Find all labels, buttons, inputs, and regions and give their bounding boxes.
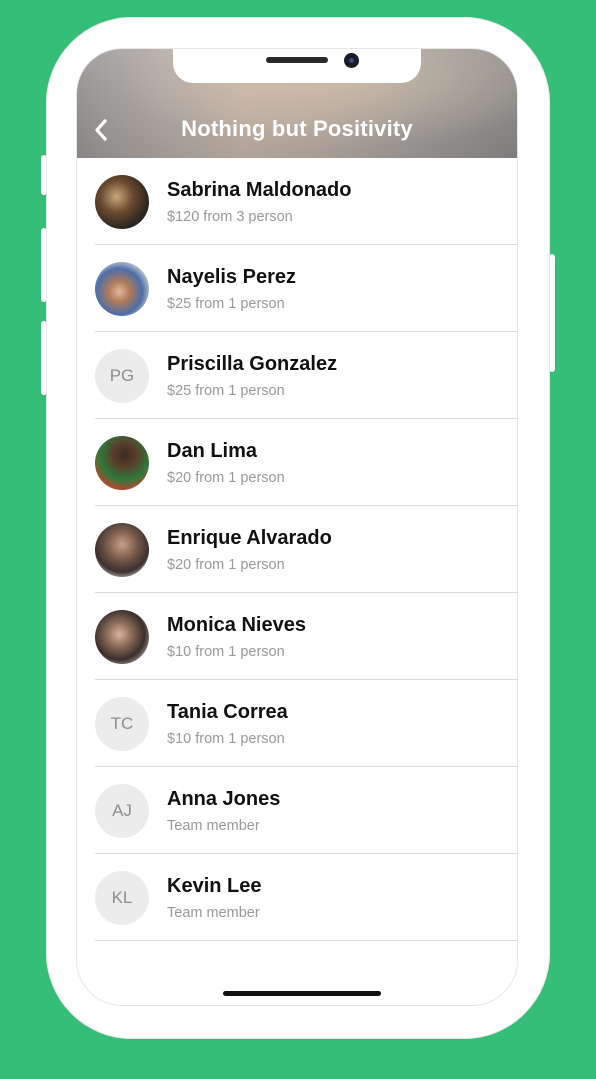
member-subtitle: Team member [167,818,260,834]
member-subtitle: $10 from 1 person [167,644,285,660]
member-row[interactable]: KL Kevin Lee Team member [95,854,517,941]
avatar [95,523,149,577]
avatar [95,175,149,229]
avatar-initials: PG [109,366,135,385]
member-name: Tania Correa [167,701,288,723]
front-camera [344,53,359,68]
member-row[interactable]: Nayelis Perez $25 from 1 person [95,245,517,332]
member-row[interactable]: Enrique Alvarado $20 from 1 person [95,506,517,593]
member-name: Monica Nieves [167,614,306,636]
member-subtitle: $20 from 1 person [167,557,285,573]
avatar: PG [95,349,149,403]
notch [173,49,421,83]
member-subtitle: $25 from 1 person [167,296,285,312]
speaker-grille [266,57,328,63]
avatar [95,436,149,490]
home-indicator[interactable] [223,991,381,996]
avatar: AJ [95,784,149,838]
member-subtitle: $120 from 3 person [167,209,293,225]
member-row[interactable]: AJ Anna Jones Team member [95,767,517,854]
member-name: Dan Lima [167,440,258,462]
avatar-initials: KL [111,888,133,907]
avatar [95,610,149,664]
member-subtitle: $25 from 1 person [167,383,285,399]
member-row[interactable]: PG Priscilla Gonzalez $25 from 1 person [95,332,517,419]
member-row[interactable]: Dan Lima $20 from 1 person [95,419,517,506]
member-name: Priscilla Gonzalez [167,353,338,375]
avatar-initials: AJ [112,801,132,820]
avatar: KL [95,871,149,925]
app-screen: Nothing but Positivity Sabrina Maldonado… [76,48,518,1006]
page-title: Nothing but Positivity [181,116,413,141]
member-subtitle: $10 from 1 person [167,731,285,747]
member-name: Nayelis Perez [167,266,296,288]
member-row[interactable]: Sabrina Maldonado $120 from 3 person [95,158,517,245]
member-list: Sabrina Maldonado $120 from 3 person Nayel… [77,158,517,941]
member-name: Sabrina Maldonado [167,179,352,201]
member-row[interactable]: Monica Nieves $10 from 1 person [95,593,517,680]
member-row[interactable]: TC Tania Correa $10 from 1 person [95,680,517,767]
member-name: Kevin Lee [167,875,262,897]
member-subtitle: Team member [167,905,260,921]
member-name: Enrique Alvarado [167,527,332,549]
avatar: TC [95,697,149,751]
avatar [95,262,149,316]
member-name: Anna Jones [167,788,281,810]
member-subtitle: $20 from 1 person [167,470,285,486]
avatar-initials: TC [110,714,134,733]
